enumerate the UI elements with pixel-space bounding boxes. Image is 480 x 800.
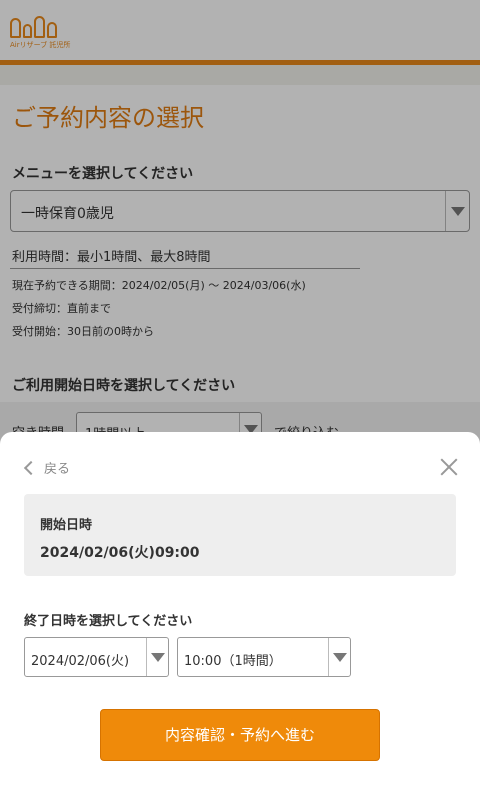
back-button[interactable]: 戻る — [23, 458, 71, 477]
end-time-select[interactable]: 10:00（1時間） — [177, 637, 351, 677]
end-date-arrow — [146, 638, 168, 676]
start-datetime-box: 開始日時 2024/02/06(火)09:00 — [24, 494, 456, 576]
close-icon[interactable] — [440, 458, 458, 476]
end-time-arrow — [328, 638, 350, 676]
end-datetime-label: 終了日時を選択してください — [24, 614, 193, 629]
dropdown-arrow-icon — [333, 653, 347, 662]
proceed-to-confirm-button[interactable]: 内容確認・予約へ進む — [100, 709, 380, 761]
start-datetime-value: 2024/02/06(火)09:00 — [40, 545, 200, 561]
end-date-select[interactable]: 2024/02/06(火) — [24, 637, 169, 677]
chevron-left-icon — [23, 460, 39, 475]
dropdown-arrow-icon — [151, 653, 165, 662]
end-time-value: 10:00（1時間） — [184, 654, 282, 669]
end-time-modal: 戻る 開始日時 2024/02/06(火)09:00 終了日時を選択してください… — [0, 432, 480, 800]
back-label: 戻る — [44, 462, 71, 477]
start-datetime-label: 開始日時 — [40, 518, 93, 533]
end-date-value: 2024/02/06(火) — [31, 654, 130, 669]
